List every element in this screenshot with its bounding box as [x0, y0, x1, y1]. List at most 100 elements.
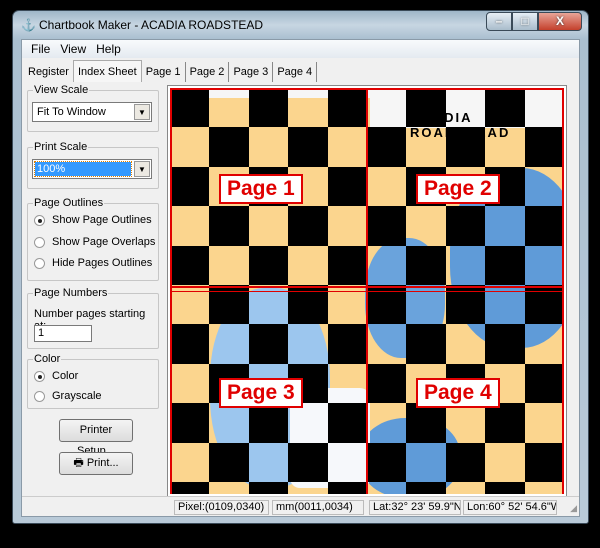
checker-cell: [485, 482, 525, 494]
radio-icon: [34, 236, 45, 248]
page-numbers-group: Page Numbers Number pages starting at: 1: [27, 287, 159, 349]
radio-grayscale[interactable]: Grayscale: [34, 390, 102, 402]
print-button[interactable]: 🖶 Print...: [59, 452, 133, 475]
checker-cell: [327, 245, 367, 285]
color-group: Color Color Grayscale: [27, 353, 159, 409]
checker-cell: [485, 403, 525, 443]
checker-cell: [209, 127, 249, 167]
checker-cell: [170, 88, 210, 128]
checker-cell: [170, 482, 210, 494]
page-3-label[interactable]: Page 3: [219, 378, 303, 408]
radio-show-page-outlines[interactable]: Show Page Outlines: [34, 214, 152, 226]
color-label: Color: [33, 353, 62, 365]
checker-cell: [406, 88, 446, 128]
app-window: ⚓ Chartbook Maker - ACADIA ROADSTEAD – □…: [12, 10, 589, 524]
checker-cell: [485, 245, 525, 285]
checker-cell: [445, 127, 486, 167]
checker-cell: [406, 324, 446, 364]
page-outlines-group: Page Outlines Show Page Outlines Show Pa…: [27, 197, 159, 281]
checker-cell: [288, 442, 328, 482]
view-scale-select[interactable]: Fit To Window ▼: [32, 102, 152, 122]
checker-cell: [170, 245, 210, 285]
window-title: Chartbook Maker - ACADIA ROADSTEAD: [39, 18, 264, 32]
checker-cell: [367, 442, 407, 482]
checker-cell: [327, 88, 367, 128]
page-outline: [170, 291, 564, 292]
checker-cell: [327, 324, 367, 364]
checker-cell: [248, 324, 289, 364]
tab-index-sheet[interactable]: Index Sheet: [72, 60, 142, 82]
page-1-label[interactable]: Page 1: [219, 174, 303, 204]
radio-show-page-overlaps[interactable]: Show Page Overlaps: [34, 236, 155, 248]
checker-cell: [327, 403, 367, 443]
tab-page-2[interactable]: Page 2: [186, 62, 230, 82]
checker-cell: [485, 88, 525, 128]
checker-cell: [248, 403, 289, 443]
menu-view[interactable]: View: [55, 40, 91, 58]
resize-grip-icon[interactable]: ◢: [570, 503, 577, 514]
radio-label: Color: [52, 370, 79, 382]
client-area: File View Help Register Index Sheet Page…: [21, 39, 580, 517]
radio-checked-icon: [34, 370, 45, 382]
menu-bar: File View Help: [22, 40, 579, 58]
checker-cell: [209, 442, 249, 482]
checker-cell: [406, 403, 446, 443]
checker-cell: [288, 127, 328, 167]
checker-cell: [248, 482, 289, 494]
menu-file[interactable]: File: [26, 40, 55, 58]
radio-label: Show Page Overlaps: [52, 236, 156, 248]
start-page-input[interactable]: 1: [34, 325, 92, 342]
tab-page-4[interactable]: Page 4: [273, 62, 318, 82]
checker-cell: [327, 166, 367, 207]
tab-page-3[interactable]: Page 3: [229, 62, 274, 82]
chevron-down-icon[interactable]: ▼: [134, 161, 150, 177]
close-button[interactable]: X: [538, 12, 582, 31]
longitude-readout: Lon:60° 52' 54.6"W: [463, 500, 557, 515]
checker-cell: [327, 482, 367, 494]
print-scale-select[interactable]: 100% ▼: [32, 159, 152, 179]
checker-cell: [406, 245, 446, 285]
view-scale-group: View Scale Fit To Window ▼: [27, 84, 159, 132]
checker-cell: [524, 127, 564, 167]
app-icon: ⚓: [21, 18, 36, 32]
maximize-button[interactable]: □: [512, 12, 538, 31]
checker-cell: [485, 324, 525, 364]
print-scale-value: 100%: [34, 161, 132, 177]
checker-cell: [445, 206, 486, 246]
status-bar: Pixel:(0109,0340) mm(0011,0034) Lat:32° …: [22, 496, 579, 516]
radio-label: Grayscale: [52, 390, 102, 402]
page-outlines-label: Page Outlines: [33, 197, 105, 209]
title-bar[interactable]: ⚓ Chartbook Maker - ACADIA ROADSTEAD – □…: [13, 11, 588, 39]
print-scale-group: Print Scale 100% ▼: [27, 141, 159, 189]
tab-page-1[interactable]: Page 1: [142, 62, 186, 82]
radio-hide-pages-outlines[interactable]: Hide Pages Outlines: [34, 257, 152, 269]
chevron-down-icon[interactable]: ▼: [134, 104, 150, 120]
page-outline: [170, 286, 564, 288]
radio-icon: [34, 257, 45, 269]
checker-cell: [524, 206, 564, 246]
index-sheet-view[interactable]: ACADIA ROADSTEAD Page 1 Page 2 Page 3 Pa…: [167, 85, 567, 497]
printer-setup-button[interactable]: Printer Setup...: [59, 419, 133, 457]
checker-cell: [406, 482, 446, 494]
chart-map[interactable]: ACADIA ROADSTEAD Page 1 Page 2 Page 3 Pa…: [170, 88, 564, 494]
minimize-button[interactable]: –: [486, 12, 512, 31]
pixel-readout: Pixel:(0109,0340): [174, 500, 269, 515]
printer-icon: 🖶: [73, 457, 87, 469]
radio-checked-icon: [34, 214, 45, 226]
radio-label: Hide Pages Outlines: [52, 257, 153, 269]
tab-register[interactable]: Register: [24, 62, 73, 82]
radio-color[interactable]: Color: [34, 370, 78, 382]
checker-cell: [367, 206, 407, 246]
tab-bar: Register Index Sheet Page 1 Page 2 Page …: [24, 60, 318, 82]
page-4-label[interactable]: Page 4: [416, 378, 500, 408]
menu-help[interactable]: Help: [91, 40, 126, 58]
checker-cell: [170, 403, 210, 443]
page-2-label[interactable]: Page 2: [416, 174, 500, 204]
print-label: Print...: [86, 457, 119, 469]
checker-cell: [170, 324, 210, 364]
print-scale-label: Print Scale: [33, 141, 89, 153]
radio-label: Show Page Outlines: [52, 214, 152, 226]
checker-cell: [367, 363, 407, 404]
mm-readout: mm(0011,0034): [272, 500, 364, 515]
checker-cell: [367, 127, 407, 167]
